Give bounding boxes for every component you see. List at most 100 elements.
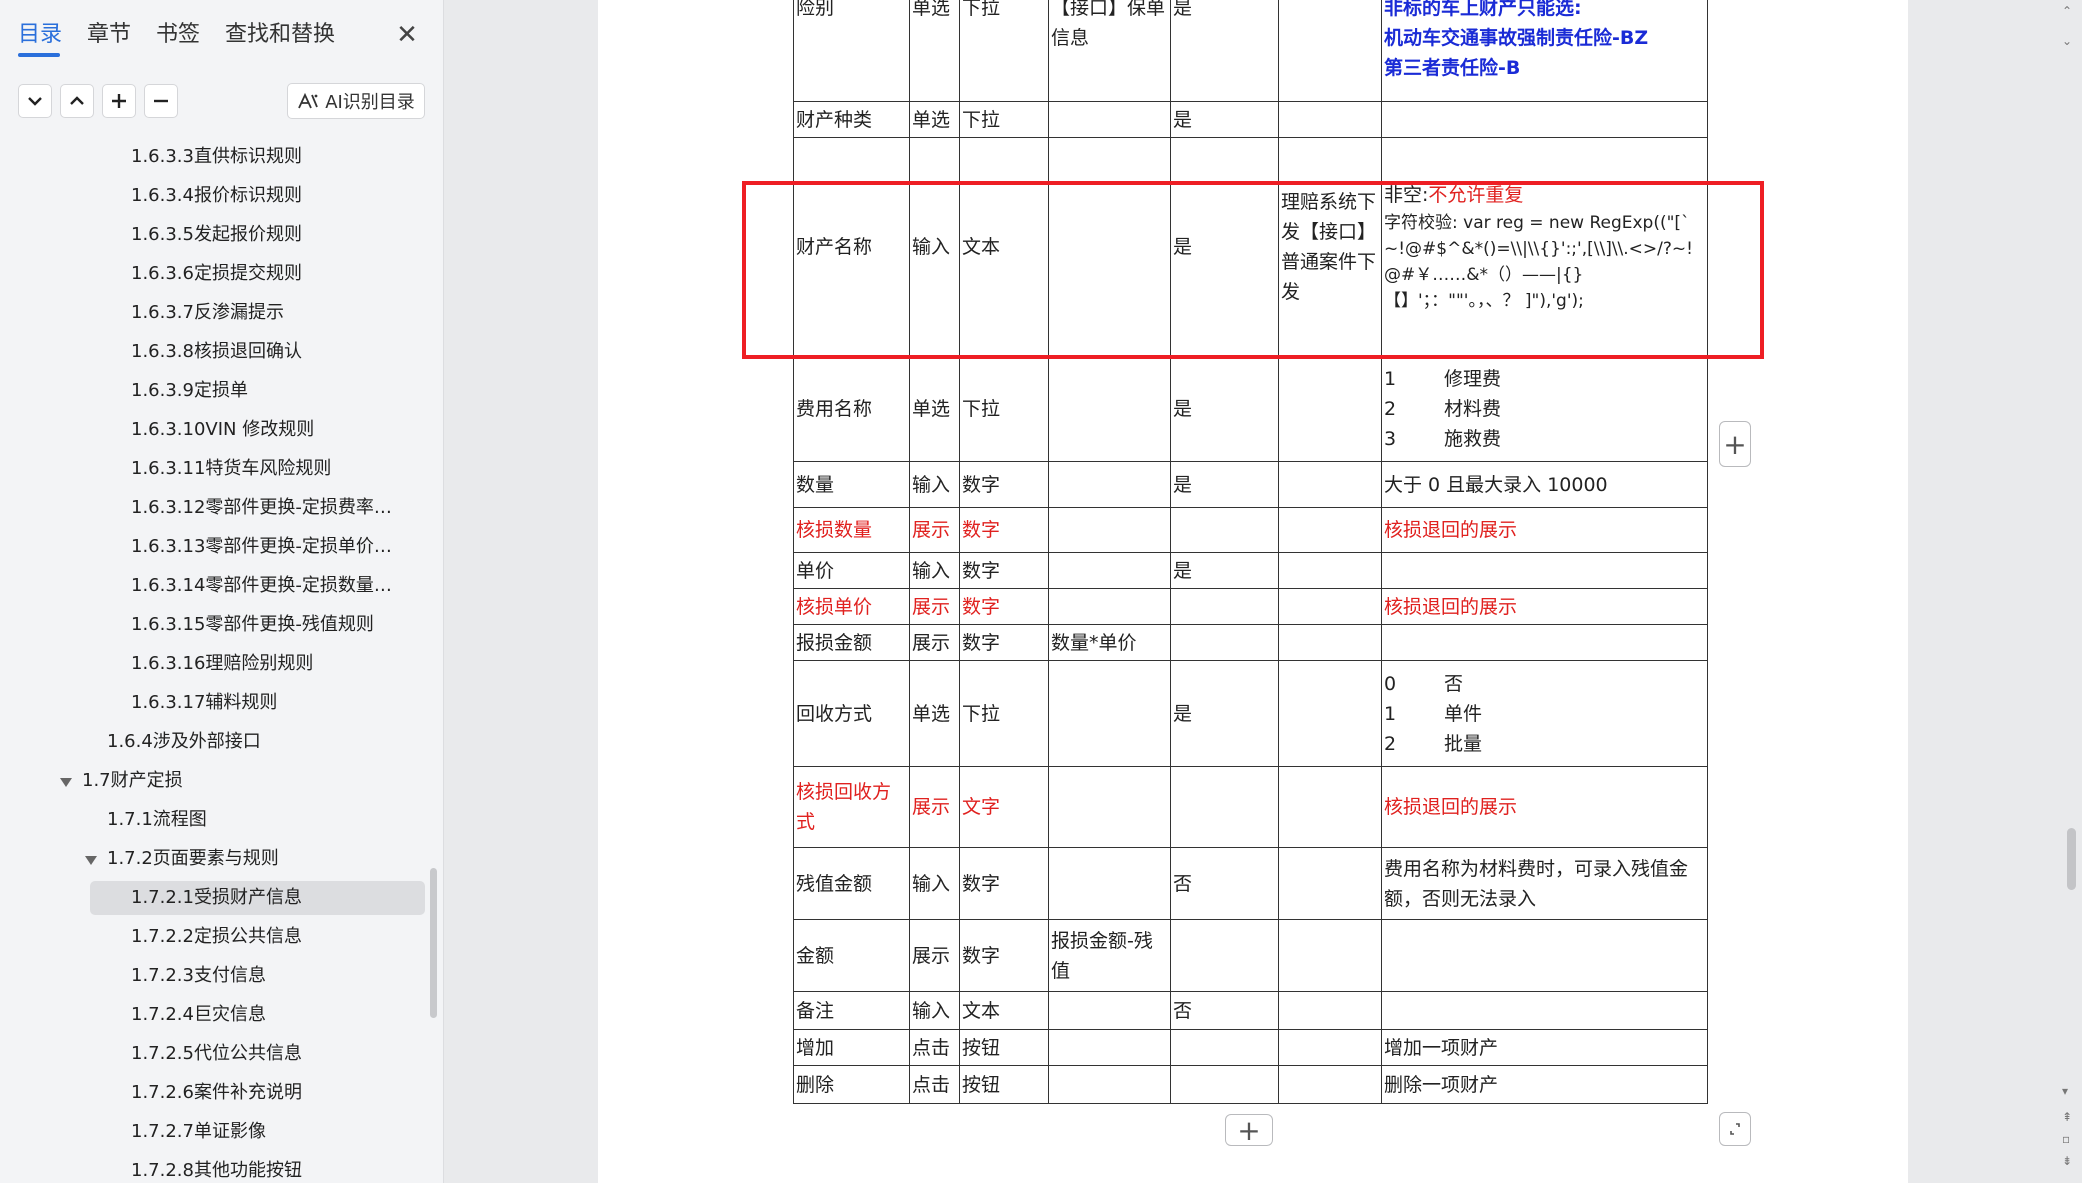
toc-item[interactable]: 1.6.3.10VIN 修改规则 bbox=[131, 413, 405, 447]
toc-item[interactable]: 1.7.2.1受损财产信息 bbox=[90, 881, 425, 915]
table-cell: 展示 bbox=[909, 588, 960, 625]
add-column-button[interactable]: + bbox=[1719, 421, 1751, 467]
table-cell: 否 bbox=[1170, 991, 1279, 1030]
rule-cell bbox=[1381, 624, 1708, 661]
add-row-button[interactable]: + bbox=[1225, 1113, 1273, 1147]
toc-item[interactable]: 1.6.3.16理赔险别规则 bbox=[131, 647, 405, 681]
toc-item[interactable]: 1.7.1流程图 bbox=[107, 803, 405, 837]
table-cell: 文字 bbox=[959, 766, 1049, 848]
table-cell: 展示 bbox=[909, 766, 960, 848]
page-icon[interactable]: ▫ bbox=[2062, 1132, 2070, 1146]
chevron-down-icon[interactable]: ⌄ bbox=[2062, 34, 2072, 48]
scroll-down-icon[interactable]: ▾ bbox=[2062, 1084, 2068, 1098]
close-icon[interactable]: ✕ bbox=[392, 20, 422, 50]
table-cell: 输入 bbox=[909, 461, 960, 508]
table-row: 删除 点击 按钮 删除一项财产 bbox=[793, 1065, 1708, 1104]
toc-item[interactable]: 1.6.3.11特货车风险规则 bbox=[131, 452, 405, 486]
table-cell bbox=[1170, 1065, 1279, 1104]
toc-item[interactable]: 1.6.3.9定损单 bbox=[131, 374, 405, 408]
tab-chapters[interactable]: 章节 bbox=[87, 20, 131, 50]
table-cell: 单选 bbox=[909, 355, 960, 462]
toc-item[interactable]: 1.6.3.17辅料规则 bbox=[131, 686, 405, 720]
right-rail: ⌃ ⌄ ▾ ⇞ ▫ ⇟ bbox=[2058, 0, 2082, 1183]
rule-red-text: 不允许重复 bbox=[1428, 183, 1524, 206]
tab-find-replace[interactable]: 查找和替换 bbox=[225, 20, 335, 50]
table-cell: 输入 bbox=[909, 991, 960, 1030]
remove-heading-button[interactable] bbox=[144, 84, 178, 118]
table-cell: 输入 bbox=[909, 552, 960, 589]
table-cell: 下拉 bbox=[959, 355, 1049, 462]
toc-item[interactable]: 1.6.3.12零部件更换-定损费率规... bbox=[131, 491, 405, 525]
table-cell bbox=[1278, 101, 1382, 138]
plus-icon bbox=[112, 94, 126, 108]
table-row: 金额 展示 数字 报损金额-残值 bbox=[793, 919, 1708, 992]
toc-item[interactable]: 1.7.2.8其他功能按钮 bbox=[131, 1154, 405, 1183]
table-cell: 是 bbox=[1170, 101, 1279, 138]
document-scrollbar[interactable] bbox=[2067, 828, 2076, 890]
expand-arrow-icon[interactable] bbox=[85, 856, 97, 865]
toc-item[interactable]: 1.7.2.5代位公共信息 bbox=[131, 1037, 405, 1071]
table-cell bbox=[1048, 991, 1171, 1030]
table-cell: 是 bbox=[1170, 355, 1279, 462]
option-label: 修理费 bbox=[1444, 367, 1502, 390]
table-cell bbox=[1048, 766, 1171, 848]
toc-item[interactable]: 1.7.2.6案件补充说明 bbox=[131, 1076, 405, 1110]
table-cell: 单价 bbox=[793, 552, 910, 589]
table-row: 回收方式 单选 下拉是 0 否 1 单件 2 批量 bbox=[793, 660, 1708, 767]
expand-arrow-icon[interactable] bbox=[60, 778, 72, 787]
table-cell: 按钮 bbox=[959, 1065, 1049, 1104]
ai-recognize-toc-button[interactable]: AI识别目录 bbox=[287, 83, 425, 119]
add-heading-button[interactable] bbox=[102, 84, 136, 118]
table-cell: 数字 bbox=[959, 588, 1049, 625]
tab-toc[interactable]: 目录 bbox=[18, 20, 62, 50]
collapse-up-button[interactable] bbox=[60, 84, 94, 118]
table-cell: 输入 bbox=[909, 847, 960, 920]
prev-page-icon[interactable]: ⇞ bbox=[2062, 1110, 2072, 1124]
option-line: 0否 bbox=[1384, 669, 1705, 699]
table-cell: 险别 bbox=[793, 0, 910, 102]
toc-item[interactable]: 1.6.3.7反渗漏提示 bbox=[131, 296, 405, 330]
option-code: 1 bbox=[1384, 367, 1397, 390]
expand-down-button[interactable] bbox=[18, 84, 52, 118]
toc-item[interactable]: 1.6.3.3直供标识规则 bbox=[131, 140, 405, 174]
option-code: 1 bbox=[1384, 702, 1397, 725]
option-line: 1 单件 bbox=[1384, 699, 1705, 729]
table-cell: 数字 bbox=[959, 461, 1049, 508]
table-expand-button[interactable] bbox=[1719, 1112, 1751, 1146]
plus-icon: + bbox=[1237, 1113, 1261, 1147]
rule-cell: 核损退回的展示 bbox=[1381, 766, 1708, 848]
next-page-icon[interactable]: ⇟ bbox=[2062, 1154, 2072, 1168]
table-cell bbox=[1048, 461, 1171, 508]
toc-item[interactable]: 1.6.3.15零部件更换-残值规则 bbox=[131, 608, 405, 642]
table-row: 增加 点击 按钮 增加一项财产 bbox=[793, 1029, 1708, 1066]
toc-item[interactable]: 1.7.2.7单证影像 bbox=[131, 1115, 405, 1149]
toc-item[interactable]: 1.6.3.13零部件更换-定损单价规... bbox=[131, 530, 405, 564]
table-cell: 展示 bbox=[909, 624, 960, 661]
toc-item[interactable]: 1.7.2.3支付信息 bbox=[131, 959, 405, 993]
table-cell bbox=[1048, 588, 1171, 625]
option-label: 材料费 bbox=[1444, 397, 1502, 420]
toc-item[interactable]: 1.7.2.2定损公共信息 bbox=[131, 920, 405, 954]
table-cell: 否 bbox=[1170, 847, 1279, 920]
table-cell: 按钮 bbox=[959, 1029, 1049, 1066]
toc-item[interactable]: 1.6.3.14零部件更换-定损数量规... bbox=[131, 569, 405, 603]
chevron-down-icon bbox=[28, 97, 42, 106]
toc-item[interactable]: 1.6.4涉及外部接口 bbox=[107, 725, 405, 759]
toc-item[interactable]: 1.6.3.8核损退回确认 bbox=[131, 335, 405, 369]
toc-item[interactable]: 1.7财产定损 bbox=[82, 764, 405, 798]
option-label: 否 bbox=[1444, 672, 1464, 695]
collapse-top-icon[interactable]: ⌃ bbox=[2062, 4, 2072, 18]
table-cell: 下拉 bbox=[959, 660, 1049, 767]
tab-bookmarks[interactable]: 书签 bbox=[156, 20, 200, 50]
table-cell bbox=[1170, 588, 1279, 625]
toc-item[interactable]: 1.7.2页面要素与规则 bbox=[107, 842, 405, 876]
navigation-pane: 目录 章节 书签 查找和替换 ✕ AI识别目录 1.6.3.3直供标识规则 1.6… bbox=[0, 0, 444, 1183]
toc-item[interactable]: 1.6.3.5发起报价规则 bbox=[131, 218, 405, 252]
table-row: 财产种类 单选 下拉 是 bbox=[793, 101, 1708, 138]
toc-item[interactable]: 1.7.2.4巨灾信息 bbox=[131, 998, 405, 1032]
toc-item[interactable]: 1.6.3.4报价标识规则 bbox=[131, 179, 405, 213]
table-cell: 核损数量 bbox=[793, 507, 910, 553]
toc-scrollbar[interactable] bbox=[430, 868, 437, 1018]
toc-item[interactable]: 1.6.3.6定损提交规则 bbox=[131, 257, 405, 291]
table-cell: 数字 bbox=[959, 847, 1049, 920]
